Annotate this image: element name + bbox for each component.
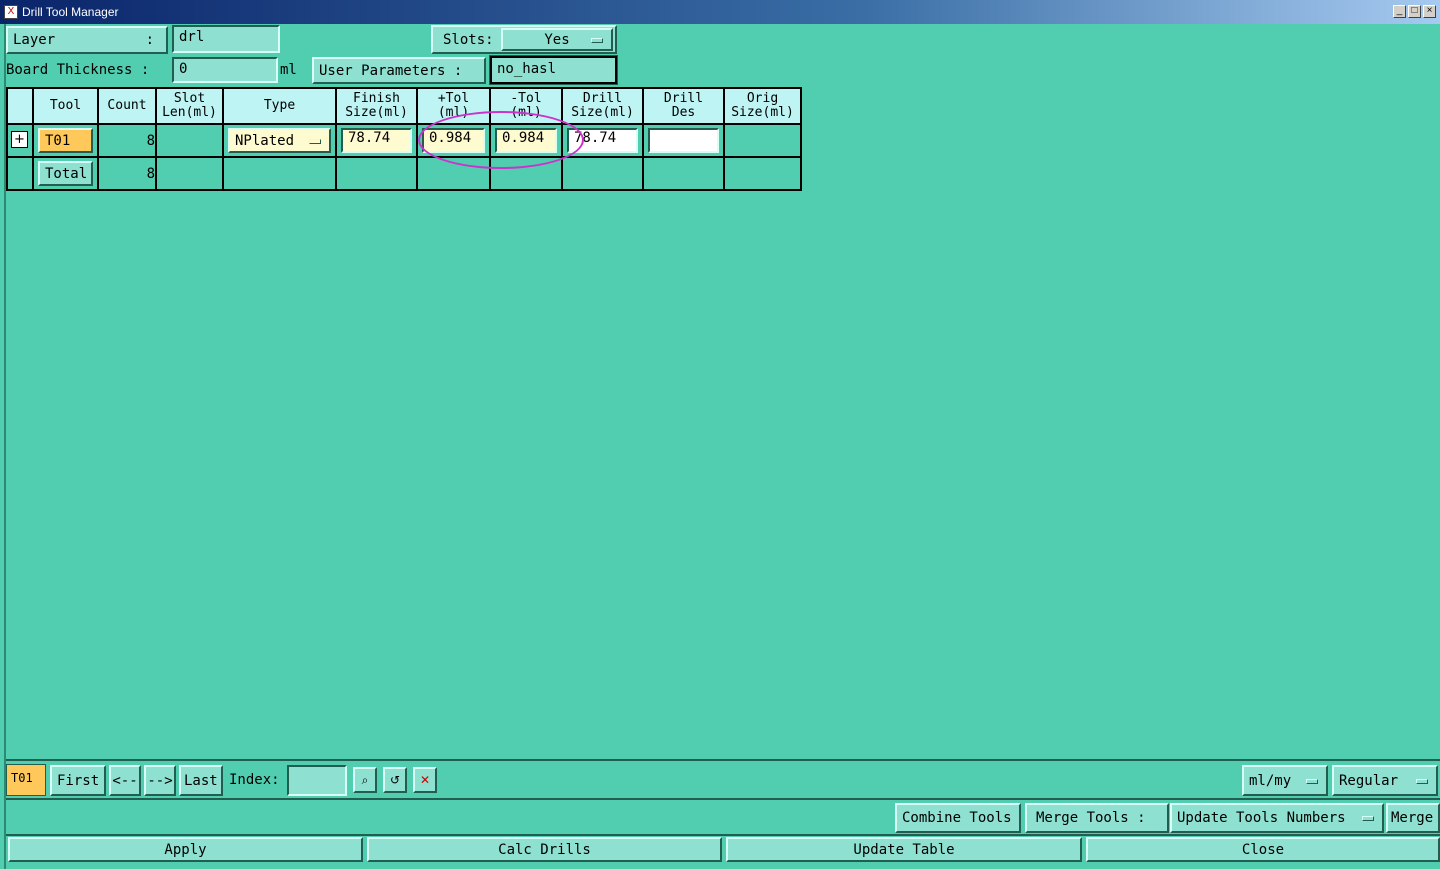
merge-tools-label: Merge Tools : [1025, 803, 1169, 833]
combine-tools-button[interactable]: Combine Tools [895, 803, 1021, 833]
units-dropdown[interactable]: ml/my [1242, 765, 1328, 796]
user-parameters-input[interactable]: no_hasl [489, 55, 618, 85]
merge-option-dropdown[interactable]: Update Tools Numbers [1170, 803, 1384, 833]
type-cell: NPlated [222, 123, 337, 158]
zoom-in-icon[interactable]: ⌕ [353, 767, 377, 793]
dropdown-indicator-icon [1416, 778, 1428, 784]
x-app-icon: X [4, 5, 18, 19]
col-header-slot-len: Slot Len(ml) [155, 87, 224, 125]
apply-button[interactable]: Apply [8, 837, 363, 862]
dropdown-indicator-icon [1362, 816, 1374, 821]
table-total-row: Total 8 [6, 156, 802, 191]
delete-icon[interactable]: ✕ [413, 767, 437, 793]
total-cell: Total [32, 156, 99, 191]
current-tool-indicator: T01 [6, 764, 46, 796]
layer-button[interactable]: Layer : [6, 26, 168, 54]
slots-group: Slots: Yes [431, 25, 617, 54]
merge-button[interactable]: Merge [1386, 803, 1440, 833]
next-button[interactable]: --> [144, 765, 176, 796]
drill-des-input[interactable] [648, 128, 719, 153]
plus-tol-input[interactable]: 0.984 [422, 128, 485, 153]
col-header-minus-tol: -Tol (ml) [489, 87, 563, 125]
separator [6, 798, 1440, 800]
col-header-drill-size: Drill Size(ml) [561, 87, 644, 125]
minimize-icon[interactable]: _ [1393, 5, 1406, 18]
update-table-button[interactable]: Update Table [726, 837, 1082, 862]
slots-label: Slots: [443, 31, 494, 48]
maximize-icon[interactable]: □ [1408, 5, 1421, 18]
layer-input[interactable]: drl [172, 25, 280, 53]
dropdown-indicator-icon [591, 37, 603, 43]
minus-tol-cell: 0.984 [489, 123, 563, 158]
mode-dropdown[interactable]: Regular [1332, 765, 1438, 796]
close-button[interactable]: Close [1086, 837, 1440, 862]
tool-table: Tool Count Slot Len(ml) Type Finish Size(m… [6, 87, 802, 191]
total-count-cell: 8 [97, 156, 157, 191]
last-button[interactable]: Last [179, 765, 223, 796]
board-thickness-input[interactable]: 0 [172, 57, 278, 83]
separator [6, 759, 1440, 761]
slot-len-cell [155, 123, 224, 158]
orig-size-cell [723, 123, 802, 158]
tool-cell: T01 [32, 123, 99, 158]
expand-cell: + [6, 123, 34, 158]
type-dropdown[interactable]: NPlated [228, 128, 331, 153]
table-row: + T01 8 NPlated 78.74 0.984 0.984 78.74 [6, 123, 802, 158]
finish-size-input[interactable]: 78.74 [341, 128, 412, 153]
drill-size-cell: 78.74 [561, 123, 644, 158]
prev-button[interactable]: <-- [109, 765, 141, 796]
refresh-icon[interactable]: ↺ [383, 767, 407, 793]
index-input[interactable] [287, 765, 347, 796]
board-thickness-unit: ml [280, 62, 297, 78]
total-button[interactable]: Total [38, 161, 93, 186]
close-window-icon[interactable]: × [1423, 5, 1436, 18]
col-header-orig-size: Orig Size(ml) [723, 87, 802, 125]
col-header-count: Count [97, 87, 157, 125]
dropdown-indicator-icon [309, 138, 321, 144]
col-header-finish-size: Finish Size(ml) [335, 87, 418, 125]
table-header-row: Tool Count Slot Len(ml) Type Finish Size(m… [6, 87, 802, 125]
separator [6, 834, 1440, 836]
plus-tol-cell: 0.984 [416, 123, 491, 158]
slots-dropdown[interactable]: Yes [501, 28, 613, 51]
dropdown-indicator-icon [1306, 778, 1318, 784]
layer-colon: : [145, 32, 154, 48]
window-title: Drill Tool Manager [22, 5, 119, 19]
col-header-drill-des: Drill Des [642, 87, 725, 125]
layer-label: Layer [13, 32, 56, 48]
tool-button[interactable]: T01 [38, 128, 93, 153]
col-header-tool: Tool [32, 87, 99, 125]
window-title-bar: Drill Tool Manager [0, 0, 1440, 24]
index-label: Index: [229, 772, 280, 788]
minus-tol-input[interactable]: 0.984 [495, 128, 557, 153]
count-cell: 8 [97, 123, 157, 158]
col-header-plus-tol: +Tol (ml) [416, 87, 491, 125]
drill-size-input[interactable]: 78.74 [567, 128, 638, 153]
col-header-expand [6, 87, 34, 125]
drill-des-cell [642, 123, 725, 158]
board-thickness-label: Board Thickness : [6, 62, 150, 78]
finish-size-cell: 78.74 [335, 123, 418, 158]
first-button[interactable]: First [50, 765, 106, 796]
user-parameters-button[interactable]: User Parameters : [312, 57, 486, 84]
calc-drills-button[interactable]: Calc Drills [367, 837, 722, 862]
expand-plus-icon[interactable]: + [11, 131, 28, 148]
col-header-type: Type [222, 87, 337, 125]
